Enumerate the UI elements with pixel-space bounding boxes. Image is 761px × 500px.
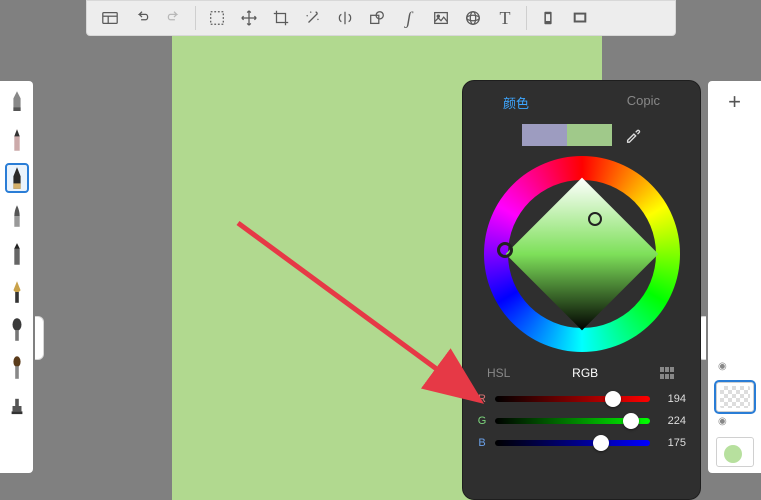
slider-r-knob[interactable]: [605, 391, 621, 407]
nib-tool[interactable]: [5, 277, 29, 307]
image-icon[interactable]: [428, 5, 454, 31]
panels-icon[interactable]: [97, 5, 123, 31]
layer-thumb-2[interactable]: [716, 437, 754, 467]
layers-panel: + ◉ ◉: [708, 81, 761, 473]
curve-icon[interactable]: ʃ: [396, 5, 422, 31]
marker-tool[interactable]: [5, 239, 29, 269]
color-swatch[interactable]: [522, 124, 612, 146]
slider-b-value: 175: [658, 437, 686, 449]
slider-g-value: 224: [658, 415, 686, 427]
slider-g-knob[interactable]: [623, 413, 639, 429]
tab-color[interactable]: 颜色: [503, 93, 529, 112]
eraser-tool[interactable]: [5, 87, 29, 117]
fullscreen-icon[interactable]: [567, 5, 593, 31]
device-icon[interactable]: [535, 5, 561, 31]
text-icon[interactable]: T: [492, 5, 518, 31]
pen-tool[interactable]: [5, 163, 29, 193]
swatches-grid-icon[interactable]: [660, 367, 676, 379]
slider-r-track[interactable]: [495, 396, 650, 402]
mirror-icon[interactable]: [332, 5, 358, 31]
brush-palette: [0, 81, 33, 473]
left-panel-handle[interactable]: [35, 316, 44, 360]
layer-thumb-1[interactable]: [716, 382, 754, 412]
slider-r: R 194: [477, 393, 686, 405]
slider-b-track[interactable]: [495, 440, 650, 446]
slider-b-label: B: [477, 437, 487, 449]
color-panel-tabs: 颜色 Copic: [477, 93, 686, 120]
separator: [195, 6, 196, 30]
slider-r-value: 194: [658, 393, 686, 405]
stamp-tool[interactable]: [5, 391, 29, 421]
slider-g-label: G: [477, 415, 487, 427]
shape-icon[interactable]: [364, 5, 390, 31]
fat-brush-tool[interactable]: [5, 315, 29, 345]
redo-icon[interactable]: [161, 5, 187, 31]
swatch-previous[interactable]: [522, 124, 567, 146]
color-panel: 颜色 Copic HSL RGB R 194 G 224 B 175: [462, 80, 701, 500]
slider-g-track[interactable]: [495, 418, 650, 424]
sv-marker[interactable]: [588, 212, 602, 226]
mode-hsl[interactable]: HSL: [487, 366, 510, 380]
separator: [526, 6, 527, 30]
visibility-icon[interactable]: ◉: [718, 361, 727, 372]
swatch-current[interactable]: [567, 124, 612, 146]
slider-b-knob[interactable]: [593, 435, 609, 451]
color-wheel[interactable]: [484, 156, 680, 352]
top-toolbar: ʃ T: [86, 0, 676, 36]
add-layer-button[interactable]: +: [715, 87, 755, 117]
perspective-icon[interactable]: [460, 5, 486, 31]
visibility-icon[interactable]: ◉: [718, 416, 727, 427]
mode-rgb[interactable]: RGB: [572, 366, 598, 380]
slider-r-label: R: [477, 393, 487, 405]
move-icon[interactable]: [236, 5, 262, 31]
eyedropper-icon[interactable]: [624, 126, 642, 144]
slider-g: G 224: [477, 415, 686, 427]
tab-copic[interactable]: Copic: [627, 93, 660, 112]
magic-wand-icon[interactable]: [300, 5, 326, 31]
crop-icon[interactable]: [268, 5, 294, 31]
marquee-icon[interactable]: [204, 5, 230, 31]
undo-icon[interactable]: [129, 5, 155, 31]
slider-b: B 175: [477, 437, 686, 449]
round-brush-tool[interactable]: [5, 353, 29, 383]
pencil-tool[interactable]: [5, 125, 29, 155]
brush-tool[interactable]: [5, 201, 29, 231]
hue-marker[interactable]: [497, 242, 513, 258]
